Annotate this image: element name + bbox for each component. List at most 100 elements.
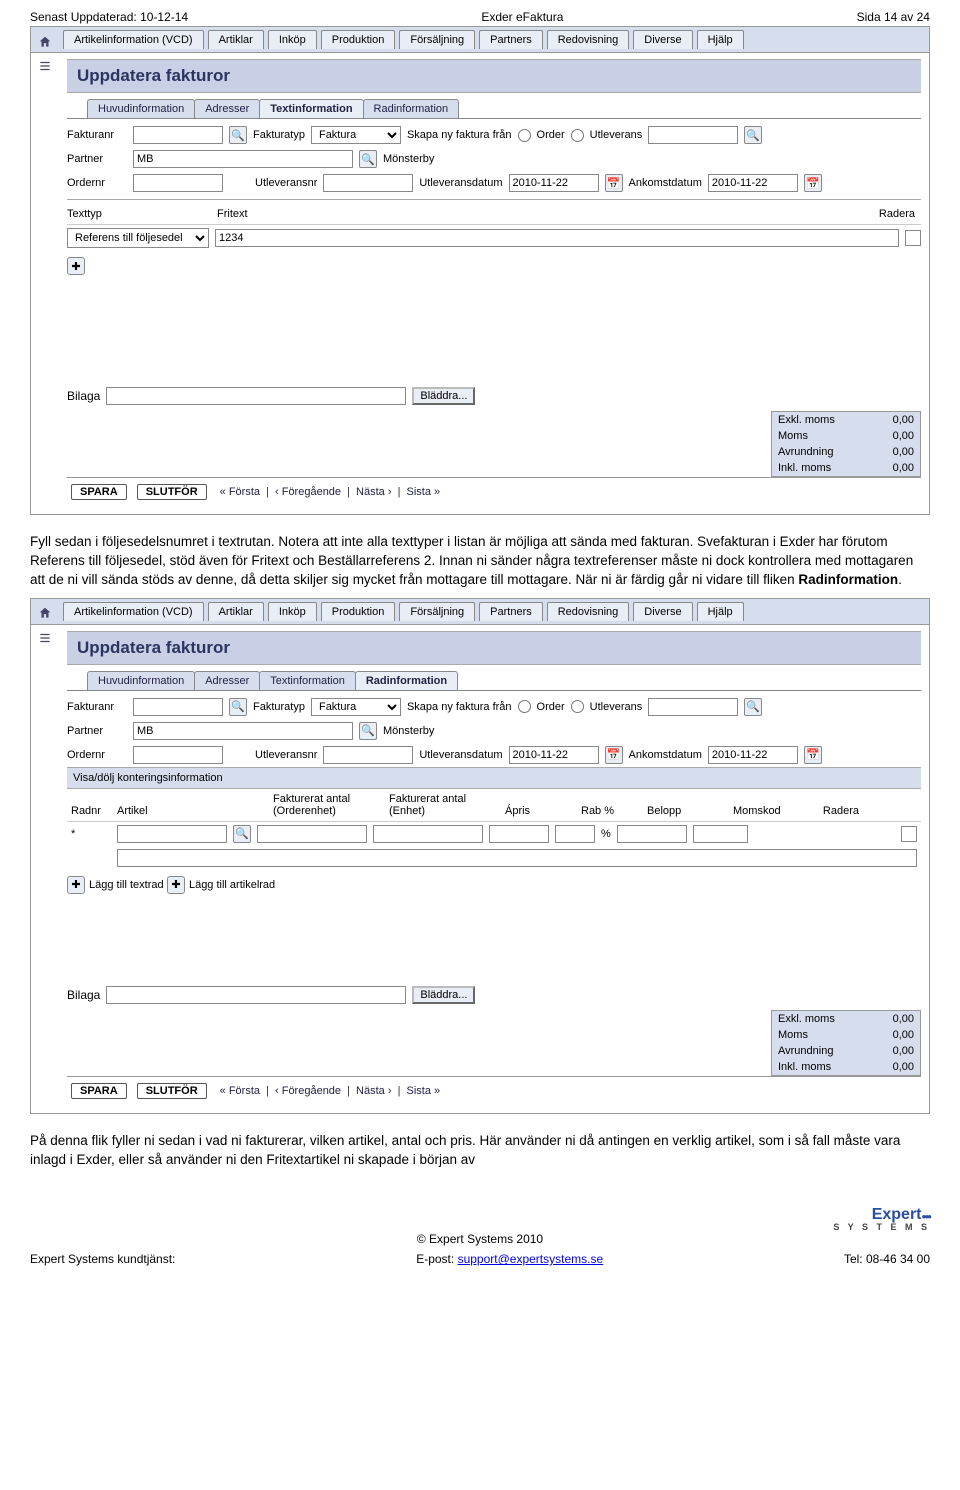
input-utlevdatum[interactable]: [509, 746, 599, 764]
lbl-utlevdatum: Utleveransdatum: [419, 177, 502, 189]
nav-tab-hjalp[interactable]: Hjälp: [697, 602, 744, 621]
select-fakturatyp[interactable]: Faktura: [311, 126, 401, 144]
list-icon[interactable]: [38, 59, 52, 73]
save-button[interactable]: SPARA: [71, 1083, 127, 1099]
nav-tab-diverse[interactable]: Diverse: [633, 602, 692, 621]
input-skapa-nr[interactable]: [648, 698, 738, 716]
paging-last[interactable]: Sista »: [403, 1085, 443, 1097]
paging-first[interactable]: « Första: [217, 1085, 263, 1097]
calendar-utlev-icon[interactable]: 📅: [605, 746, 623, 764]
nav-tab-artiklar[interactable]: Artiklar: [208, 602, 264, 621]
input-fa-enhet[interactable]: [373, 825, 483, 843]
add-row-icon[interactable]: ✚: [67, 257, 85, 275]
nav-tab-produktion[interactable]: Produktion: [321, 30, 396, 49]
input-artikel[interactable]: [117, 825, 227, 843]
nav-tab-produktion[interactable]: Produktion: [321, 602, 396, 621]
checkbox-radera-line[interactable]: [901, 826, 917, 842]
nav-tab-partners[interactable]: Partners: [479, 30, 543, 49]
save-button[interactable]: SPARA: [71, 484, 127, 500]
input-fritext[interactable]: [215, 229, 899, 247]
lookup-fakturanr-icon[interactable]: 🔍: [229, 126, 247, 144]
paging-prev[interactable]: ‹ Föregående: [272, 486, 344, 498]
radio-utleverans[interactable]: [571, 700, 584, 713]
tab-adresser[interactable]: Adresser: [194, 99, 260, 118]
nav-tab-forsaljning[interactable]: Försäljning: [399, 30, 475, 49]
input-utlevnr[interactable]: [323, 746, 413, 764]
add-textrow-icon[interactable]: ✚: [67, 876, 85, 894]
input-bilaga[interactable]: [106, 986, 406, 1004]
radio-order[interactable]: [518, 700, 531, 713]
tab-adresser[interactable]: Adresser: [194, 671, 260, 690]
nav-tab-artiklar[interactable]: Artiklar: [208, 30, 264, 49]
input-ordernr[interactable]: [133, 746, 223, 764]
nav-tab-artikelinfo[interactable]: Artikelinformation (VCD): [63, 30, 204, 49]
lookup-artikel-icon[interactable]: 🔍: [233, 825, 251, 843]
input-utlevdatum[interactable]: [509, 174, 599, 192]
lookup-partner-icon[interactable]: 🔍: [359, 150, 377, 168]
input-utlevnr[interactable]: [323, 174, 413, 192]
browse-button[interactable]: Bläddra...: [412, 986, 475, 1004]
nav-tab-forsaljning[interactable]: Försäljning: [399, 602, 475, 621]
input-fakturanr[interactable]: [133, 698, 223, 716]
tab-radinformation[interactable]: Radinformation: [355, 671, 458, 690]
kontering-header[interactable]: Visa/dölj konteringsinformation: [67, 767, 921, 789]
lookup-fakturanr-icon[interactable]: 🔍: [229, 698, 247, 716]
calendar-ankomst-icon[interactable]: 📅: [804, 746, 822, 764]
complete-button[interactable]: SLUTFÖR: [137, 484, 207, 500]
lbl-inkl: Inkl. moms: [778, 1061, 831, 1073]
tab-textinformation[interactable]: Textinformation: [259, 99, 363, 118]
radio-order[interactable]: [518, 129, 531, 142]
browse-button[interactable]: Bläddra...: [412, 387, 475, 405]
list-icon[interactable]: [38, 631, 52, 645]
select-texttyp[interactable]: Referens till följesedel: [67, 228, 209, 248]
input-ankomst[interactable]: [708, 746, 798, 764]
body-para-2: På denna flik fyller ni sedan i vad ni f…: [30, 1124, 930, 1178]
tab-radinformation[interactable]: Radinformation: [363, 99, 460, 118]
nav-tab-inkop[interactable]: Inköp: [268, 602, 317, 621]
calendar-ankomst-icon[interactable]: 📅: [804, 174, 822, 192]
paging-first[interactable]: « Första: [217, 486, 263, 498]
paging-next[interactable]: Nästa ›: [353, 1085, 394, 1097]
th-radera: Radera: [809, 805, 859, 817]
nav-tab-diverse[interactable]: Diverse: [633, 30, 692, 49]
tab-textinformation[interactable]: Textinformation: [259, 671, 356, 690]
input-rab[interactable]: [555, 825, 595, 843]
input-fakturanr[interactable]: [133, 126, 223, 144]
input-ordernr[interactable]: [133, 174, 223, 192]
input-belopp[interactable]: [617, 825, 687, 843]
nav-tab-redovisning[interactable]: Redovisning: [547, 30, 630, 49]
lbl-skapa: Skapa ny faktura från: [407, 701, 512, 713]
lookup-skapa-icon[interactable]: 🔍: [744, 698, 762, 716]
lookup-partner-icon[interactable]: 🔍: [359, 722, 377, 740]
input-momskod[interactable]: [693, 825, 748, 843]
input-skapa-nr[interactable]: [648, 126, 738, 144]
input-partner[interactable]: [133, 722, 353, 740]
nav-tab-inkop[interactable]: Inköp: [268, 30, 317, 49]
input-bilaga[interactable]: [106, 387, 406, 405]
input-fa-order[interactable]: [257, 825, 367, 843]
home-icon[interactable]: [38, 606, 52, 620]
input-partner[interactable]: [133, 150, 353, 168]
paging-next[interactable]: Nästa ›: [353, 486, 394, 498]
nav-tab-partners[interactable]: Partners: [479, 602, 543, 621]
tab-huvudinformation[interactable]: Huvudinformation: [87, 99, 195, 118]
home-icon[interactable]: [38, 35, 52, 49]
complete-button[interactable]: SLUTFÖR: [137, 1083, 207, 1099]
lbl-utleverans: Utleverans: [590, 129, 643, 141]
add-articlerow-icon[interactable]: ✚: [167, 876, 185, 894]
select-fakturatyp[interactable]: Faktura: [311, 698, 401, 716]
nav-tab-artikelinfo[interactable]: Artikelinformation (VCD): [63, 602, 204, 621]
input-ankomst[interactable]: [708, 174, 798, 192]
radio-utleverans[interactable]: [571, 129, 584, 142]
epost-link[interactable]: support@expertsystems.se: [458, 1252, 604, 1266]
nav-tab-hjalp[interactable]: Hjälp: [697, 30, 744, 49]
nav-tab-redovisning[interactable]: Redovisning: [547, 602, 630, 621]
paging-last[interactable]: Sista »: [403, 486, 443, 498]
tab-huvudinformation[interactable]: Huvudinformation: [87, 671, 195, 690]
paging-prev[interactable]: ‹ Föregående: [272, 1085, 344, 1097]
checkbox-radera[interactable]: [905, 230, 921, 246]
lookup-skapa-icon[interactable]: 🔍: [744, 126, 762, 144]
input-apris[interactable]: [489, 825, 549, 843]
calendar-utlev-icon[interactable]: 📅: [605, 174, 623, 192]
input-artikel-desc[interactable]: [117, 849, 917, 867]
